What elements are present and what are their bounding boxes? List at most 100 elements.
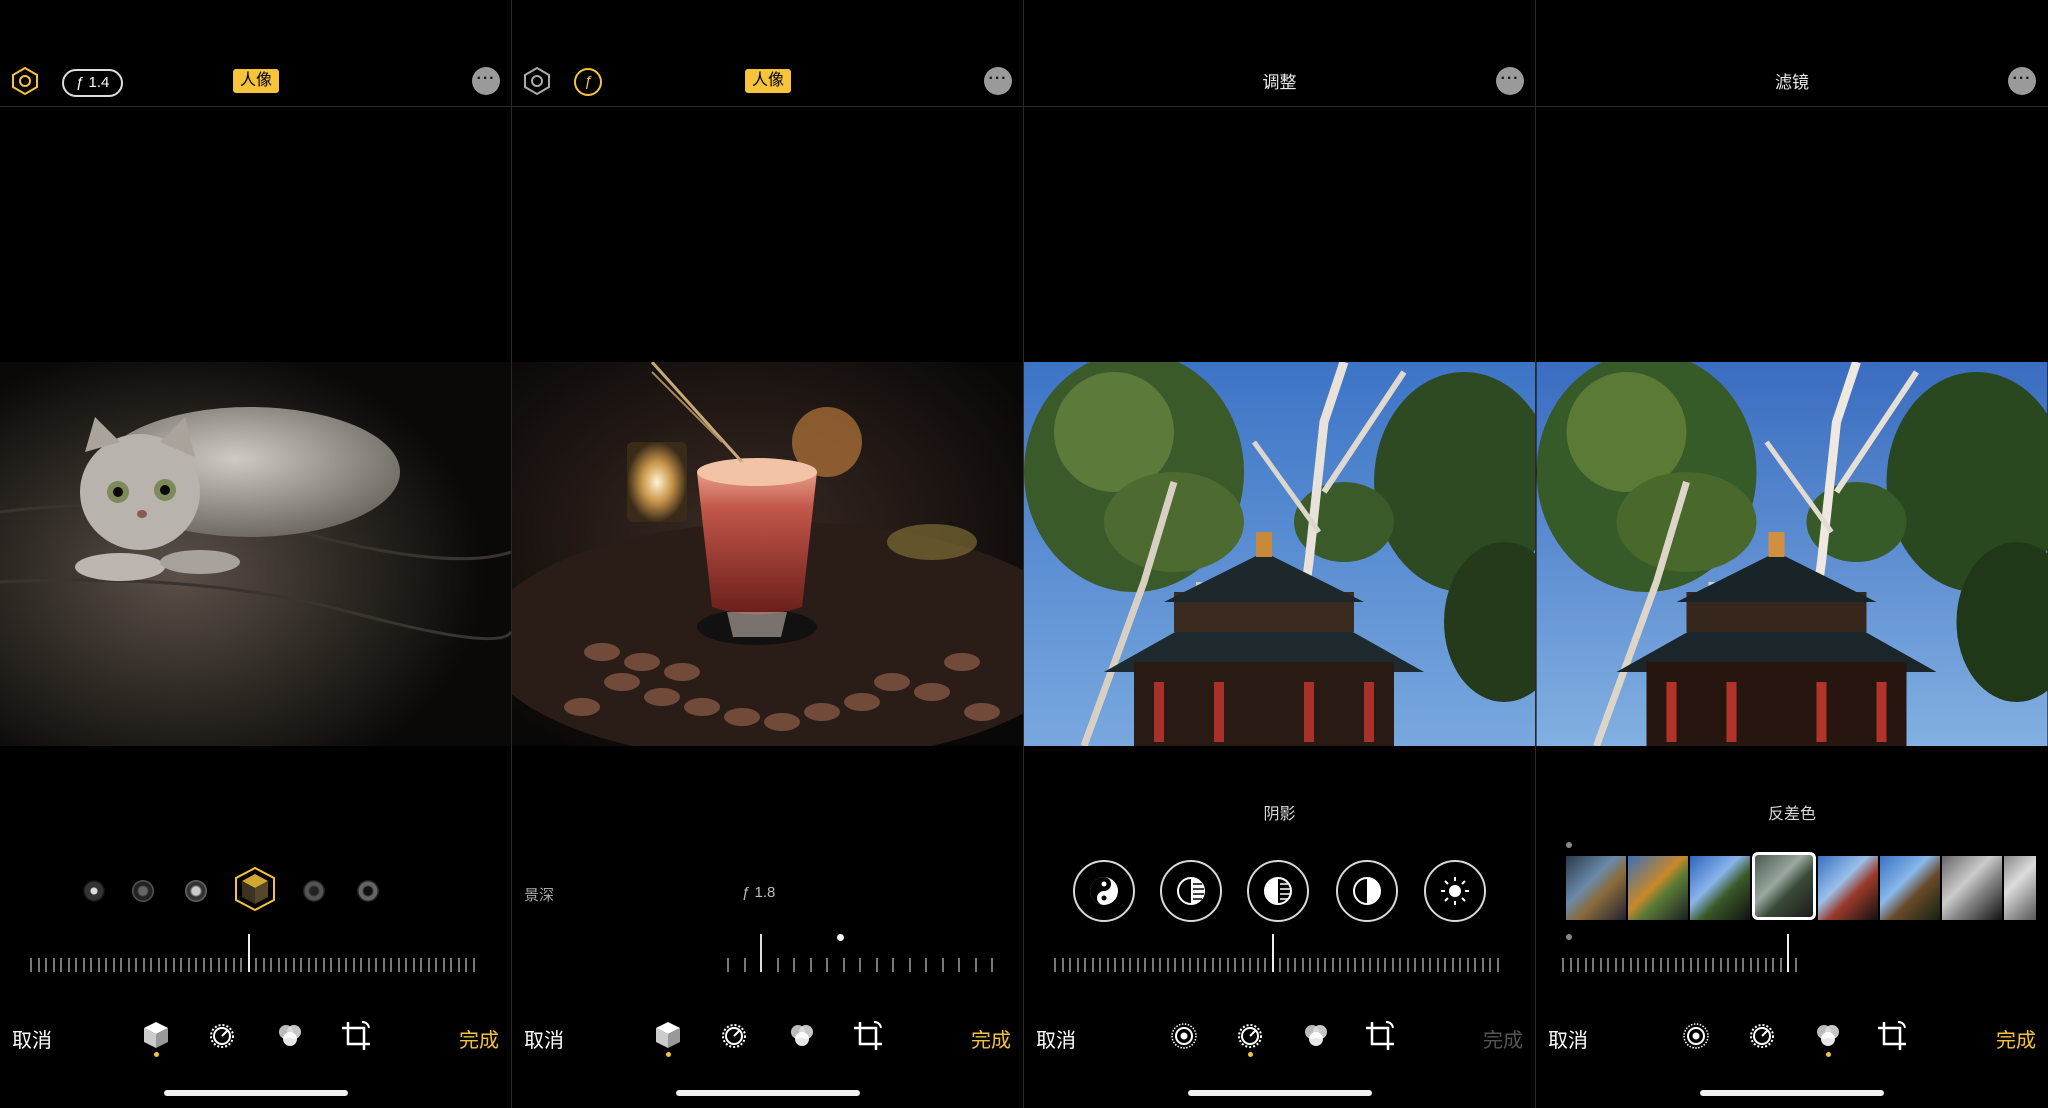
slider-tick [1727,958,1729,972]
done-button[interactable]: 完成 [971,1024,1011,1053]
slider-tick [112,958,115,972]
lighting-option-selected-icon[interactable] [234,866,276,912]
portrait-badge[interactable]: 人像 [745,69,792,93]
slider-tick [1391,958,1394,972]
filter-thumb[interactable] [2004,856,2036,920]
slider-tick [1384,958,1386,972]
aperture-icon[interactable]: ƒ [574,68,602,96]
strip-marker-dot [1566,842,1572,848]
live-photo-icon[interactable] [1676,1016,1716,1056]
slider-tick [1481,958,1484,972]
brightness-icon[interactable] [1424,860,1486,922]
slider-tick [1772,958,1774,972]
slider-tick [127,958,130,972]
slider-tick [1069,958,1071,972]
slider-tick [1779,958,1782,972]
slider-tick [390,958,392,972]
filters-circles-icon[interactable] [270,1016,310,1056]
adjust-dial-icon[interactable] [714,1016,754,1056]
filter-thumb[interactable] [1690,856,1750,920]
slider-tick [157,958,160,972]
shadows-icon[interactable] [1247,860,1309,922]
slider-tick [1249,958,1251,972]
portrait-badge-label: 人像 [752,72,785,89]
live-photo-icon[interactable] [1164,1016,1204,1056]
lighting-option[interactable] [357,880,379,902]
done-button[interactable]: 完成 [1996,1024,2036,1053]
auto-enhance-icon[interactable] [1073,860,1135,922]
more-button[interactable]: ··· [472,67,500,95]
slider-tick [247,934,250,972]
filters-circles-icon[interactable] [1296,1016,1336,1056]
slider-tick [217,958,220,972]
slider-tick [202,958,205,972]
filter-thumb-selected[interactable] [1752,852,1816,920]
filter-thumb[interactable] [1628,856,1688,920]
slider-tick [1577,958,1579,972]
slider-tick [1764,958,1767,972]
slider-tick [1136,958,1139,972]
adjust-dial-icon[interactable] [1230,1016,1270,1056]
filters-circles-icon[interactable] [1808,1016,1848,1056]
done-button[interactable]: 完成 [459,1024,499,1053]
slider-tick [809,958,812,972]
slider-tick [1376,958,1379,972]
filter-thumb[interactable] [1566,856,1626,920]
adjust-caption: 阴影 [1263,806,1296,823]
slider-tick [90,958,92,972]
filters-circles-icon[interactable] [782,1016,822,1056]
slider-tick [760,934,762,972]
ellipsis-icon: ··· [1500,70,1520,87]
filter-strip [1566,852,2036,920]
adjust-dial-icon[interactable] [1742,1016,1782,1056]
slider-tick [120,958,122,972]
portrait-badge[interactable]: 人像 [233,69,280,93]
lighting-option[interactable] [83,880,105,902]
filter-thumb[interactable] [1880,856,1940,920]
crop-rotate-icon[interactable] [1872,1016,1912,1056]
slider-tick [1749,958,1752,972]
done-button[interactable]: 完成 [1483,1024,1523,1053]
more-button[interactable]: ··· [984,67,1012,95]
slider-tick [270,958,272,972]
contrast-icon[interactable] [1336,860,1398,922]
slider-tick [1451,958,1454,972]
slider-tick [450,958,452,972]
lighting-option[interactable] [132,880,154,902]
filter-slider[interactable] [1562,934,1797,972]
adjust-slider[interactable] [1054,934,1504,972]
slider-tick [1091,958,1094,972]
slider-tick [1121,958,1124,972]
filter-thumb[interactable] [1942,856,2002,920]
slider-tick [142,958,145,972]
more-button[interactable]: ··· [2008,67,2036,95]
portrait-cube-icon[interactable] [136,1016,176,1056]
more-button[interactable]: ··· [1496,67,1524,95]
filter-thumb[interactable] [1818,856,1878,920]
lighting-option[interactable] [185,880,207,902]
slider-tick [1181,958,1184,972]
slider-tick [30,958,32,972]
edit-toolbar [1536,1016,2048,1056]
portrait-lighting-icon[interactable] [10,66,40,96]
portrait-lighting-icon[interactable] [522,66,552,96]
slider-ticks[interactable] [30,934,480,972]
slider-tick [1489,958,1491,972]
adjust-dial-icon[interactable] [202,1016,242,1056]
slider-tick [300,958,302,972]
crop-rotate-icon[interactable] [336,1016,376,1056]
aperture-button[interactable]: ƒ 1.4 [62,69,124,97]
lighting-option[interactable] [303,880,325,902]
crop-rotate-icon[interactable] [848,1016,888,1056]
slider-tick [1309,958,1311,972]
edit-toolbar [1024,1016,1535,1056]
crop-rotate-icon[interactable] [1360,1016,1400,1056]
slider-tick [1129,958,1131,972]
slider-tick [1286,958,1289,972]
exposure-icon[interactable] [1160,860,1222,922]
depth-slider[interactable] [727,934,1007,972]
slider-tick [1719,958,1722,972]
slider-tick [974,958,977,972]
portrait-cube-icon[interactable] [648,1016,688,1056]
edit-toolbar [512,1016,1023,1056]
